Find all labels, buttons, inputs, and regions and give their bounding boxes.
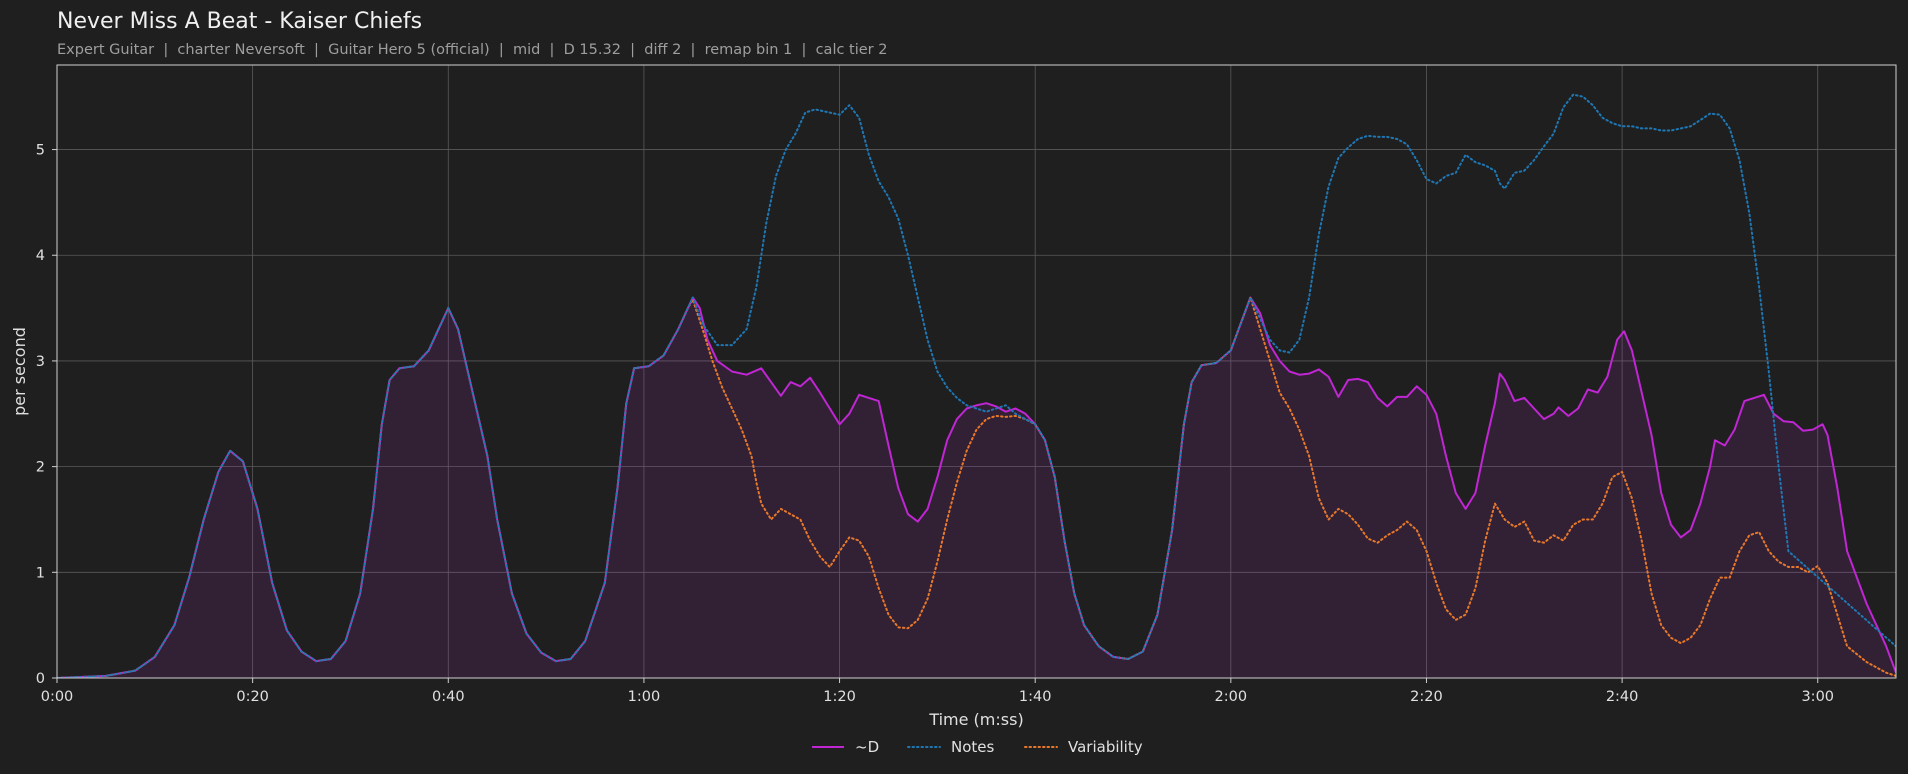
y-tick-label: 1: [36, 565, 45, 581]
x-tick-label: 0:20: [236, 689, 269, 705]
y-tick-label: 0: [36, 671, 45, 687]
x-tick-label: 0:40: [432, 689, 465, 705]
series-fill-d: [57, 297, 1896, 678]
series-layer: [57, 93, 1896, 678]
x-tick-label: 0:00: [41, 689, 74, 705]
y-tick-label: 3: [36, 354, 45, 370]
x-tick-label: 2:20: [1410, 689, 1443, 705]
x-tick-label: 1:00: [628, 689, 661, 705]
x-tick-label: 2:00: [1215, 689, 1248, 705]
x-tick-label: 3:00: [1801, 689, 1834, 705]
y-tick-label: 4: [36, 248, 45, 264]
y-tick-label: 2: [36, 460, 45, 476]
chart-subtitle: Expert Guitar | charter Neversoft | Guit…: [57, 42, 887, 58]
x-axis-label: Time (m:ss): [928, 710, 1023, 729]
legend-label: Notes: [951, 738, 995, 756]
chart-title: Never Miss A Beat - Kaiser Chiefs: [57, 9, 422, 34]
y-axis-label: per second: [10, 327, 29, 416]
x-tick-label: 1:40: [1019, 689, 1052, 705]
y-tick-label: 5: [36, 143, 45, 159]
chart: Never Miss A Beat - Kaiser Chiefs Expert…: [10, 9, 1897, 756]
legend-label: Variability: [1068, 738, 1143, 756]
legend: ~D Notes Variability: [812, 738, 1143, 756]
legend-label: ~D: [855, 738, 879, 756]
x-tick-label: 1:20: [823, 689, 856, 705]
x-tick-label: 2:40: [1606, 689, 1639, 705]
